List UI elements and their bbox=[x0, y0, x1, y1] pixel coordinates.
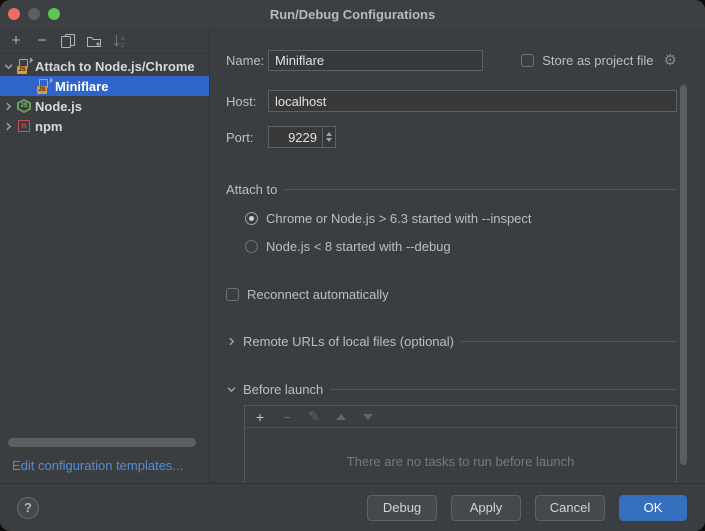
reconnect-automatically-checkbox[interactable] bbox=[226, 288, 239, 301]
configurations-sidebar: + − a bbox=[0, 28, 210, 483]
name-label: Name: bbox=[226, 53, 268, 68]
attach-to-title: Attach to bbox=[226, 182, 277, 197]
before-launch-title: Before launch bbox=[243, 382, 323, 397]
port-label: Port: bbox=[226, 130, 268, 145]
npm-icon: n bbox=[16, 118, 32, 134]
move-task-down-icon bbox=[361, 410, 375, 424]
debug-button[interactable]: Debug bbox=[367, 495, 437, 521]
remote-urls-title: Remote URLs of local files (optional) bbox=[243, 334, 454, 349]
svg-text:a: a bbox=[121, 36, 125, 42]
tree-item-label: npm bbox=[35, 119, 62, 134]
configurations-tree: JS Attach to Node.js/Chrome JS Miniflare bbox=[0, 56, 209, 136]
zoom-window-button[interactable] bbox=[48, 8, 60, 20]
add-task-icon[interactable]: + bbox=[253, 410, 267, 424]
window-title: Run/Debug Configurations bbox=[0, 7, 705, 22]
attach-to-section-header: Attach to bbox=[226, 179, 677, 199]
port-stepper[interactable] bbox=[322, 127, 335, 147]
remove-task-icon: − bbox=[280, 410, 294, 424]
separator-line bbox=[461, 341, 677, 342]
svg-text:z: z bbox=[121, 43, 124, 49]
cancel-button[interactable]: Cancel bbox=[535, 495, 605, 521]
gear-icon[interactable]: ⚙ bbox=[664, 53, 677, 68]
edit-task-icon: ✎ bbox=[307, 410, 321, 424]
tree-item-npm[interactable]: n npm bbox=[0, 116, 209, 136]
traffic-lights bbox=[0, 8, 60, 20]
minimize-window-button-disabled bbox=[28, 8, 40, 20]
run-debug-configurations-dialog: Run/Debug Configurations + − bbox=[0, 0, 705, 531]
help-button[interactable]: ? bbox=[17, 497, 39, 519]
name-input[interactable] bbox=[268, 50, 483, 71]
attach-node-chrome-icon: JS bbox=[36, 78, 52, 94]
tree-item-miniflare-selected[interactable]: JS Miniflare bbox=[0, 76, 209, 96]
store-as-project-file-group: Store as project file ⚙ bbox=[521, 53, 677, 68]
sidebar-toolbar: + − a bbox=[0, 28, 209, 54]
chevron-right-icon[interactable] bbox=[0, 122, 16, 131]
tree-item-attach-to-node-chrome[interactable]: JS Attach to Node.js/Chrome bbox=[0, 56, 209, 76]
ok-button[interactable]: OK bbox=[619, 495, 687, 521]
separator-line bbox=[330, 389, 677, 390]
tree-item-nodejs[interactable]: JS Node.js bbox=[0, 96, 209, 116]
chevron-down-icon[interactable] bbox=[226, 385, 236, 394]
stepper-down-icon[interactable] bbox=[326, 138, 332, 142]
radio-label: Chrome or Node.js > 6.3 started with --i… bbox=[266, 211, 532, 226]
host-input[interactable] bbox=[268, 90, 677, 112]
radio-unselected[interactable] bbox=[245, 240, 258, 253]
configuration-form: Name: Store as project file ⚙ Host: Port… bbox=[210, 28, 705, 483]
chevron-right-icon[interactable] bbox=[0, 102, 16, 111]
chevron-down-icon[interactable] bbox=[0, 62, 16, 71]
add-configuration-icon[interactable]: + bbox=[8, 33, 24, 49]
sort-alphabetically-icon: a z bbox=[112, 33, 128, 49]
remote-urls-section-header[interactable]: Remote URLs of local files (optional) bbox=[226, 333, 677, 349]
port-spinner bbox=[268, 126, 336, 148]
chevron-right-icon[interactable] bbox=[226, 337, 236, 346]
attach-option-debug[interactable]: Node.js < 8 started with --debug bbox=[245, 238, 677, 254]
reconnect-automatically-row[interactable]: Reconnect automatically bbox=[226, 286, 677, 302]
dialog-footer: ? Debug Apply Cancel OK bbox=[0, 483, 705, 531]
store-as-project-file-label: Store as project file bbox=[542, 53, 653, 68]
remove-configuration-icon[interactable]: − bbox=[34, 33, 50, 49]
apply-button[interactable]: Apply bbox=[451, 495, 521, 521]
close-window-button[interactable] bbox=[8, 8, 20, 20]
name-row: Name: Store as project file ⚙ bbox=[226, 50, 677, 71]
store-as-project-file-checkbox[interactable] bbox=[521, 54, 534, 67]
port-input[interactable] bbox=[269, 127, 322, 147]
attach-option-inspect[interactable]: Chrome or Node.js > 6.3 started with --i… bbox=[245, 210, 677, 226]
host-row: Host: bbox=[226, 90, 677, 112]
tree-item-label: Miniflare bbox=[55, 79, 108, 94]
titlebar: Run/Debug Configurations bbox=[0, 0, 705, 28]
move-task-up-icon bbox=[334, 410, 348, 424]
before-launch-section-header[interactable]: Before launch bbox=[226, 381, 677, 397]
stepper-up-icon[interactable] bbox=[326, 132, 332, 136]
sidebar-horizontal-scrollbar[interactable] bbox=[8, 438, 196, 447]
tree-item-label: Attach to Node.js/Chrome bbox=[35, 59, 195, 74]
reconnect-automatically-label: Reconnect automatically bbox=[247, 287, 389, 302]
radio-label: Node.js < 8 started with --debug bbox=[266, 239, 451, 254]
port-row: Port: bbox=[226, 126, 677, 148]
tree-item-label: Node.js bbox=[35, 99, 82, 114]
before-launch-toolbar: + − ✎ bbox=[245, 406, 676, 428]
before-launch-tasks-panel: + − ✎ There are no tasks to run before l… bbox=[244, 405, 677, 483]
host-label: Host: bbox=[226, 94, 268, 109]
copy-configuration-icon[interactable] bbox=[60, 33, 76, 49]
before-launch-empty-text: There are no tasks to run before launch bbox=[245, 428, 676, 469]
radio-selected[interactable] bbox=[245, 212, 258, 225]
edit-configuration-templates-link[interactable]: Edit configuration templates... bbox=[12, 458, 183, 473]
attach-node-chrome-icon: JS bbox=[16, 58, 32, 74]
dialog-body: + − a bbox=[0, 28, 705, 483]
form-vertical-scrollbar[interactable] bbox=[680, 85, 687, 465]
separator-line bbox=[284, 189, 677, 190]
nodejs-icon: JS bbox=[16, 98, 32, 114]
new-folder-icon[interactable] bbox=[86, 33, 102, 49]
